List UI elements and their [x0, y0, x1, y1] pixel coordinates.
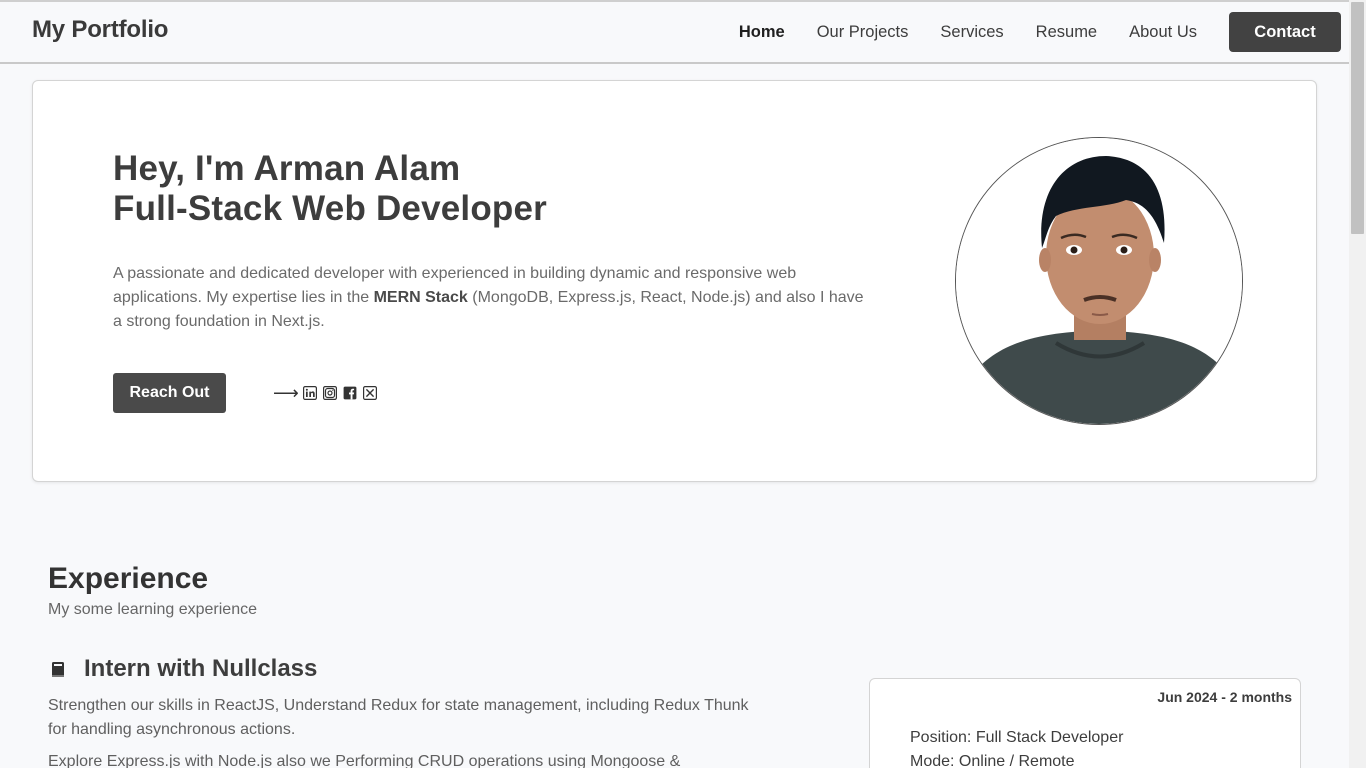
- hero-role: Full-Stack Web Developer: [113, 189, 547, 228]
- brand-logo[interactable]: My Portfolio: [32, 16, 168, 44]
- hero-title: Hey, I'm Arman Alam Full-Stack Web Devel…: [113, 149, 547, 229]
- hero-greeting: Hey, I'm Arman Alam: [113, 149, 461, 188]
- hero-card: Hey, I'm Arman Alam Full-Stack Web Devel…: [32, 80, 1317, 482]
- nav-home[interactable]: Home: [739, 23, 785, 42]
- job-details-card: Jun 2024 - 2 months Position: Full Stack…: [869, 678, 1301, 768]
- book-icon: [52, 662, 64, 677]
- arrow-right-icon: ⟶: [273, 383, 299, 403]
- nav-our-projects[interactable]: Our Projects: [817, 23, 909, 42]
- main-nav: Home Our Projects Services Resume About …: [707, 2, 1349, 62]
- experience-title: Experience: [48, 562, 209, 595]
- hero-description: A passionate and dedicated developer wit…: [113, 262, 873, 334]
- social-links: ⟶: [273, 384, 383, 402]
- job-title: Intern with Nullclass: [84, 655, 318, 682]
- job-meta: Position: Full Stack Developer Mode: Onl…: [910, 726, 1123, 768]
- instagram-icon[interactable]: [322, 386, 337, 400]
- x-icon[interactable]: [362, 386, 377, 400]
- profile-photo: [955, 137, 1243, 425]
- experience-subtitle: My some learning experience: [48, 601, 257, 618]
- nav-resume[interactable]: Resume: [1036, 23, 1097, 42]
- linkedin-icon[interactable]: [302, 386, 317, 400]
- job-description-2: Explore Express.js with Node.js also we …: [48, 753, 681, 768]
- job-description-1: Strengthen our skills in ReactJS, Unders…: [48, 697, 749, 738]
- reach-out-button[interactable]: Reach Out: [113, 373, 226, 413]
- hero-desc-highlight: MERN Stack: [373, 289, 468, 306]
- facebook-icon[interactable]: [343, 386, 357, 400]
- nav-services[interactable]: Services: [940, 23, 1003, 42]
- job-date: Jun 2024 - 2 months: [1157, 689, 1292, 705]
- job-position: Position: Full Stack Developer: [910, 729, 1124, 746]
- nav-about-us[interactable]: About Us: [1129, 23, 1197, 42]
- profile-portrait: [956, 138, 1242, 424]
- job-mode: Mode: Online / Remote: [910, 753, 1075, 768]
- scrollbar-thumb[interactable]: [1351, 2, 1364, 234]
- contact-button[interactable]: Contact: [1229, 12, 1341, 52]
- top-navbar: My Portfolio Home Our Projects Services …: [0, 2, 1349, 64]
